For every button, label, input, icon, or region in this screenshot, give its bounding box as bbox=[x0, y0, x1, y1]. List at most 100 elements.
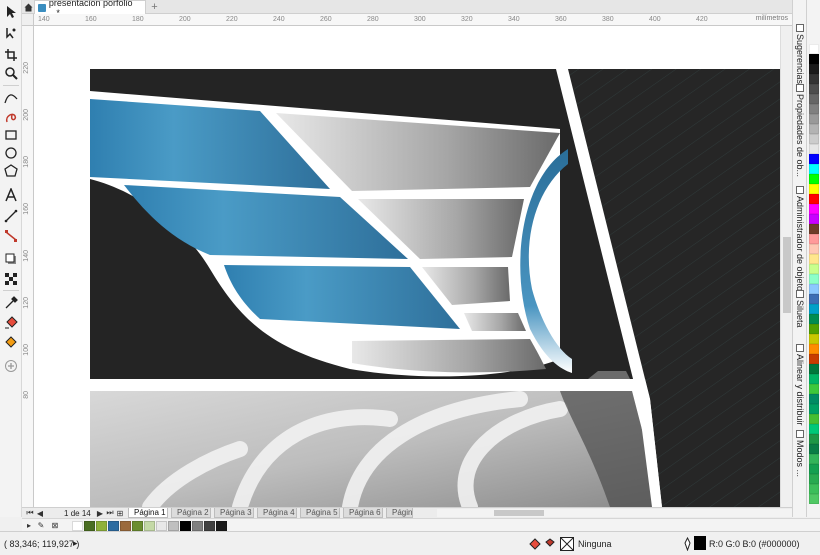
zoom-tool-icon[interactable] bbox=[2, 64, 20, 82]
palette-swatch[interactable] bbox=[809, 44, 819, 54]
palette-swatch[interactable] bbox=[809, 474, 819, 484]
palette-swatch[interactable] bbox=[809, 124, 819, 134]
transparency-tool-icon[interactable] bbox=[2, 270, 20, 288]
palette-swatch[interactable] bbox=[809, 244, 819, 254]
palette-swatch[interactable] bbox=[809, 304, 819, 314]
no-color-swatch[interactable]: ⊠ bbox=[50, 520, 60, 530]
palette-swatch[interactable] bbox=[809, 264, 819, 274]
horizontal-ruler[interactable]: milímetros 140 160 180 200 220 240 260 280 300 32… bbox=[34, 14, 792, 26]
shape-tool-icon[interactable] bbox=[2, 24, 20, 42]
palette-swatch[interactable] bbox=[809, 274, 819, 284]
palette-swatch[interactable] bbox=[809, 174, 819, 184]
palette-swatch[interactable] bbox=[809, 74, 819, 84]
new-tab-button[interactable]: + bbox=[149, 1, 160, 13]
palette-swatch[interactable] bbox=[809, 374, 819, 384]
drop-shadow-tool-icon[interactable] bbox=[2, 250, 20, 268]
document-palette-swatch[interactable] bbox=[120, 521, 131, 531]
palette-swatch[interactable] bbox=[809, 114, 819, 124]
palette-swatch[interactable] bbox=[809, 494, 819, 504]
palette-swatch[interactable] bbox=[809, 404, 819, 414]
document-palette-swatch[interactable] bbox=[204, 521, 215, 531]
pick-tool-icon[interactable] bbox=[2, 3, 20, 21]
eyedropper-tool-icon[interactable] bbox=[2, 294, 20, 312]
document-palette-swatch[interactable] bbox=[180, 521, 191, 531]
fill-indicator[interactable] bbox=[528, 537, 574, 551]
connector-tool-icon[interactable] bbox=[2, 227, 20, 245]
drawing-canvas[interactable] bbox=[34, 26, 780, 507]
palette-swatch[interactable] bbox=[809, 384, 819, 394]
palette-swatch[interactable] bbox=[809, 354, 819, 364]
interactive-fill-tool-icon[interactable] bbox=[2, 314, 20, 332]
add-page-button[interactable]: ⊞ bbox=[116, 508, 124, 518]
polygon-tool-icon[interactable] bbox=[2, 162, 20, 180]
palette-swatch[interactable] bbox=[809, 484, 819, 494]
document-palette-arrow[interactable]: ▸ bbox=[24, 520, 34, 530]
palette-swatch[interactable] bbox=[809, 424, 819, 434]
palette-swatch[interactable] bbox=[809, 234, 819, 244]
tab-document[interactable]: presentacion porfolio ...* bbox=[34, 0, 146, 18]
palette-swatch[interactable] bbox=[809, 224, 819, 234]
document-palette-swatch[interactable] bbox=[96, 521, 107, 531]
palette-swatch[interactable] bbox=[809, 94, 819, 104]
outline-pen-icon[interactable] bbox=[683, 537, 692, 551]
palette-swatch[interactable] bbox=[809, 164, 819, 174]
palette-swatch[interactable] bbox=[809, 284, 819, 294]
page-tab[interactable]: Página 4 bbox=[257, 508, 297, 518]
document-palette-swatch[interactable] bbox=[216, 521, 227, 531]
next-page-button[interactable]: ▶ bbox=[96, 508, 104, 518]
text-tool-icon[interactable] bbox=[2, 186, 20, 204]
palette-swatch[interactable] bbox=[809, 104, 819, 114]
page-tab[interactable]: Págin bbox=[386, 508, 413, 518]
vertical-ruler[interactable]: 220 200 180 160 140 120 100 80 bbox=[22, 26, 34, 507]
palette-swatch[interactable] bbox=[809, 194, 819, 204]
eyedropper-icon[interactable]: ✎ bbox=[36, 520, 46, 530]
docker-tab[interactable]: Administrador de objetos bbox=[794, 186, 806, 296]
docker-tab[interactable]: Modos ... bbox=[794, 430, 806, 477]
palette-swatch[interactable] bbox=[809, 134, 819, 144]
palette-swatch[interactable] bbox=[809, 204, 819, 214]
palette-swatch[interactable] bbox=[809, 464, 819, 474]
palette-swatch[interactable] bbox=[809, 334, 819, 344]
ellipse-tool-icon[interactable] bbox=[2, 144, 20, 162]
horizontal-scrollbar[interactable] bbox=[437, 509, 792, 517]
rectangle-tool-icon[interactable] bbox=[2, 126, 20, 144]
page-tab[interactable]: Página 5 bbox=[300, 508, 340, 518]
palette-swatch[interactable] bbox=[809, 184, 819, 194]
palette-swatch[interactable] bbox=[809, 324, 819, 334]
vertical-scrollbar[interactable] bbox=[780, 26, 792, 507]
docker-tab[interactable]: Alinear y distribuir bbox=[794, 344, 806, 426]
document-palette-swatch[interactable] bbox=[108, 521, 119, 531]
smart-fill-tool-icon[interactable] bbox=[2, 332, 20, 350]
palette-swatch[interactable] bbox=[809, 364, 819, 374]
palette-swatch[interactable] bbox=[809, 294, 819, 304]
vertical-scrollbar-thumb[interactable] bbox=[783, 237, 791, 313]
last-page-button[interactable]: ⏭ bbox=[106, 508, 114, 518]
page-tab[interactable]: Página 1 bbox=[128, 508, 168, 518]
palette-swatch[interactable] bbox=[809, 144, 819, 154]
artistic-media-tool-icon[interactable] bbox=[2, 108, 20, 126]
palette-swatch[interactable] bbox=[809, 214, 819, 224]
document-palette-swatch[interactable] bbox=[192, 521, 203, 531]
palette-swatch[interactable] bbox=[809, 54, 819, 64]
page-tab[interactable]: Página 6 bbox=[343, 508, 383, 518]
document-palette-swatch[interactable] bbox=[84, 521, 95, 531]
palette-swatch[interactable] bbox=[809, 414, 819, 424]
palette-swatch[interactable] bbox=[809, 64, 819, 74]
palette-swatch[interactable] bbox=[809, 434, 819, 444]
portfolio-artwork[interactable] bbox=[90, 69, 780, 507]
palette-swatch[interactable] bbox=[809, 454, 819, 464]
document-palette-swatch[interactable] bbox=[72, 521, 83, 531]
document-palette-swatch[interactable] bbox=[132, 521, 143, 531]
page-tab[interactable]: Página 2 bbox=[171, 508, 211, 518]
palette-swatch[interactable] bbox=[809, 444, 819, 454]
status-arrow-icon[interactable]: ▸ bbox=[73, 538, 78, 549]
palette-swatch[interactable] bbox=[809, 154, 819, 164]
palette-swatch[interactable] bbox=[809, 254, 819, 264]
palette-swatch[interactable] bbox=[809, 394, 819, 404]
palette-swatch[interactable] bbox=[809, 84, 819, 94]
outline-color-swatch[interactable] bbox=[694, 536, 706, 550]
add-tool-icon[interactable] bbox=[2, 357, 20, 375]
document-palette-swatch[interactable] bbox=[156, 521, 167, 531]
prev-page-button[interactable]: ◀ bbox=[36, 508, 44, 518]
docker-tab[interactable]: Propiedades de ob... bbox=[794, 84, 806, 177]
